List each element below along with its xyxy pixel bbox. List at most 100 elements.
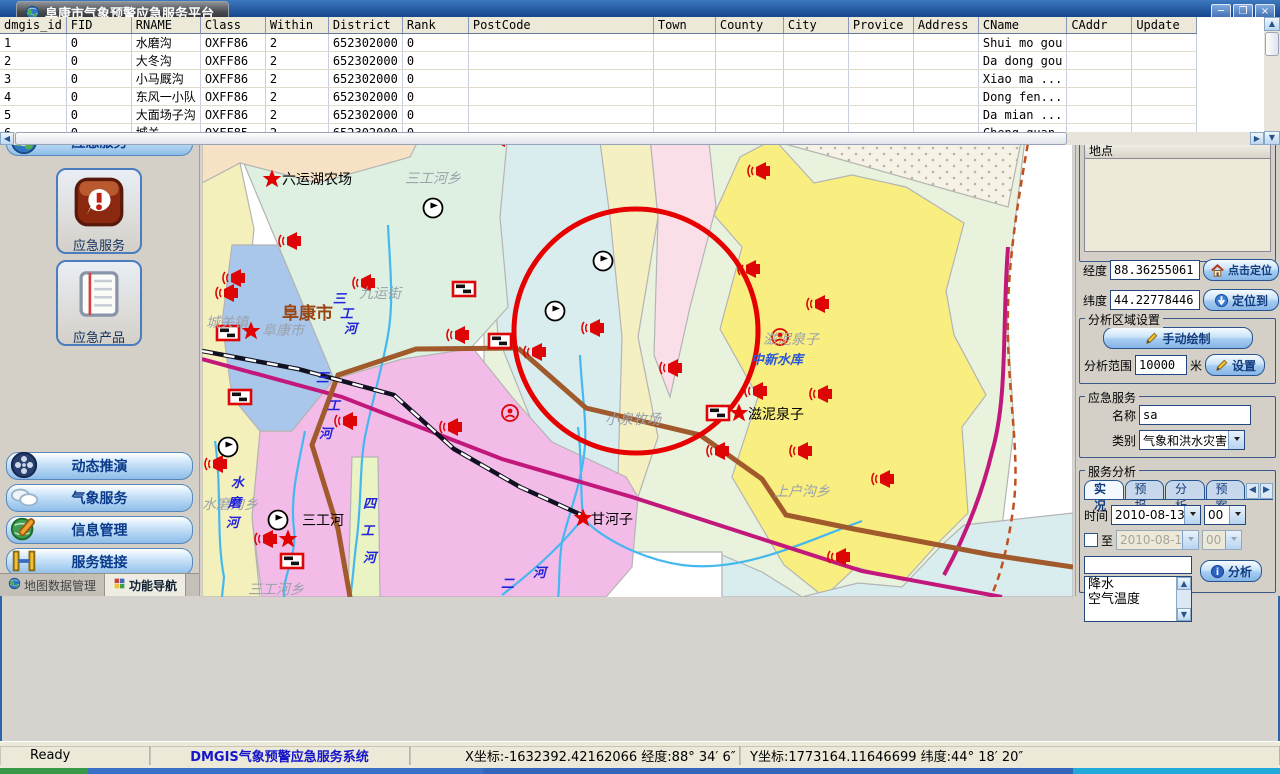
- column-header[interactable]: Class: [200, 17, 265, 34]
- flag-marker[interactable]: [281, 554, 303, 568]
- chevron-down-icon[interactable]: [1229, 506, 1245, 524]
- scroll-down-icon[interactable]: ▼: [1264, 131, 1280, 145]
- clouds-icon: [9, 482, 39, 512]
- sidebar-item-film-reel[interactable]: 动态推演: [6, 452, 193, 480]
- tab-实况[interactable]: 实况: [1084, 480, 1124, 499]
- column-header[interactable]: CName: [978, 17, 1066, 34]
- column-header[interactable]: dmgis_id: [0, 17, 66, 34]
- info-icon: i: [1210, 564, 1225, 579]
- scroll-left-icon[interactable]: ◀: [0, 132, 14, 145]
- tab-scroll-right-icon[interactable]: ▶: [1260, 483, 1273, 499]
- tab-globe-small[interactable]: 地图数据管理: [0, 574, 105, 596]
- scroll-up-icon[interactable]: ▲: [1177, 577, 1191, 590]
- to-hour-select[interactable]: 00: [1202, 530, 1242, 550]
- station-marker[interactable]: [424, 199, 443, 218]
- to-checkbox[interactable]: [1084, 533, 1098, 547]
- column-header[interactable]: District: [328, 17, 402, 34]
- column-header[interactable]: Provice: [848, 17, 913, 34]
- chevron-down-icon: [1182, 531, 1198, 549]
- locate-to-button[interactable]: 定位到: [1203, 289, 1279, 311]
- map-canvas[interactable]: 六运湖农场三工河乡下西泉阜康市阜康市城关镇九运街小泉牧场滋泥泉子中新水库滋泥泉子…: [202, 96, 1073, 597]
- table-cell: 1: [0, 34, 66, 52]
- column-header[interactable]: PostCode: [468, 17, 653, 34]
- station-marker[interactable]: [269, 511, 288, 530]
- element-listbox[interactable]: 降水空气温度 ▲ ▼: [1084, 576, 1192, 622]
- tab-nav-grid[interactable]: 功能导航: [105, 574, 186, 596]
- station-marker[interactable]: [219, 438, 238, 457]
- service-type-select[interactable]: 气象和洪水灾害: [1139, 430, 1245, 450]
- table-cell: [783, 34, 848, 52]
- chevron-down-icon[interactable]: [1184, 506, 1200, 524]
- scroll-right-icon[interactable]: ▶: [1250, 132, 1264, 145]
- column-header[interactable]: City: [783, 17, 848, 34]
- manual-draw-button[interactable]: 手动绘制: [1103, 327, 1253, 349]
- scroll-down-icon[interactable]: ▼: [1177, 608, 1191, 621]
- time-label: 时间: [1084, 507, 1108, 524]
- table-cell: 4: [0, 88, 66, 106]
- flag-marker[interactable]: [453, 282, 475, 296]
- sidebar-item-clouds[interactable]: 气象服务: [6, 484, 193, 512]
- to-date-select[interactable]: 2010-08-13: [1116, 530, 1199, 550]
- status-system-name: DMGIS气象预警应急服务系统: [150, 746, 410, 765]
- station-marker[interactable]: [594, 252, 613, 271]
- tab-分析[interactable]: 分析: [1165, 480, 1205, 499]
- service-name-input[interactable]: sa: [1139, 405, 1251, 425]
- column-header[interactable]: RNAME: [131, 17, 200, 34]
- click-locate-button[interactable]: 点击定位: [1203, 259, 1279, 281]
- flag-marker[interactable]: [707, 406, 729, 420]
- sidebar-item-link-plug[interactable]: 服务链接: [6, 548, 193, 576]
- flag-marker[interactable]: [489, 334, 511, 348]
- table-cell: [715, 88, 783, 106]
- column-header[interactable]: Update: [1132, 17, 1197, 34]
- table-cell: [653, 52, 715, 70]
- globe-small-icon: [8, 577, 21, 593]
- scrollbar-thumb[interactable]: [1265, 32, 1279, 56]
- column-header[interactable]: County: [715, 17, 783, 34]
- chevron-down-icon[interactable]: [1228, 431, 1244, 449]
- time-date-select[interactable]: 2010-08-13: [1111, 505, 1201, 525]
- column-header[interactable]: Address: [913, 17, 978, 34]
- vertical-scrollbar[interactable]: ▲ ▼: [1264, 17, 1280, 145]
- output-table[interactable]: dmgis_idFIDRNAMEClassWithinDistrictRankP…: [0, 17, 1197, 133]
- element-filter-box[interactable]: [1084, 556, 1192, 574]
- table-row[interactable]: 10水磨沟OXFF8626523020000Shui mo gou: [0, 34, 1197, 52]
- table-cell: [1132, 106, 1197, 124]
- scrollbar-thumb[interactable]: [15, 132, 1067, 145]
- horizontal-scrollbar[interactable]: ◀ ▶: [0, 132, 1264, 145]
- scroll-up-icon[interactable]: ▲: [1264, 17, 1280, 31]
- longitude-input[interactable]: 88.36255061: [1110, 260, 1200, 280]
- down-arrow-icon: [1214, 293, 1229, 308]
- column-header[interactable]: Rank: [402, 17, 468, 34]
- status-y-coordinate: Y坐标:1773164.11646699 纬度:44° 18′ 20″: [740, 746, 1280, 765]
- location-list[interactable]: [1084, 159, 1271, 252]
- tab-预报[interactable]: 预报: [1125, 480, 1165, 499]
- time-hour-select[interactable]: 00: [1204, 505, 1246, 525]
- table-row[interactable]: 50大面场子沟OXFF8626523020000Da mian ...: [0, 106, 1197, 124]
- status-x-coordinate: X坐标:-1632392.42162066 经度:88° 34′ 6″: [410, 746, 740, 765]
- station-marker[interactable]: [546, 302, 565, 321]
- latitude-input[interactable]: 44.22778446: [1110, 290, 1200, 310]
- sidebar-item-globe-tools[interactable]: 信息管理: [6, 516, 193, 544]
- table-cell: OXFF86: [200, 70, 265, 88]
- table-row[interactable]: 20大冬沟OXFF8626523020000Da dong gou: [0, 52, 1197, 70]
- column-header[interactable]: CAddr: [1067, 17, 1132, 34]
- list-item[interactable]: 降水: [1085, 577, 1177, 592]
- table-cell: [1132, 34, 1197, 52]
- flag-marker[interactable]: [229, 390, 251, 404]
- set-button[interactable]: 设置: [1205, 354, 1265, 376]
- table-row[interactable]: 40东风一小队OXFF8626523020000Dong fen...: [0, 88, 1197, 106]
- column-header[interactable]: Within: [265, 17, 328, 34]
- list-item[interactable]: 空气温度: [1085, 592, 1177, 607]
- table-row[interactable]: 30小马厩沟OXFF8626523020000Xiao ma ...: [0, 70, 1197, 88]
- emergency-service-button[interactable]: 应急服务: [56, 168, 142, 254]
- range-input[interactable]: 10000: [1135, 355, 1187, 375]
- column-header[interactable]: Town: [653, 17, 715, 34]
- button-label: 应急服务: [73, 235, 125, 254]
- analyze-button[interactable]: i 分析: [1200, 560, 1262, 582]
- tab-scroll-left-icon[interactable]: ◀: [1246, 483, 1259, 499]
- emergency-product-button[interactable]: 应急产品: [56, 260, 142, 346]
- column-header[interactable]: FID: [66, 17, 131, 34]
- tab-预案[interactable]: 预案: [1206, 480, 1246, 499]
- sidebar-item-label: 信息管理: [72, 520, 128, 540]
- table-cell: [715, 34, 783, 52]
